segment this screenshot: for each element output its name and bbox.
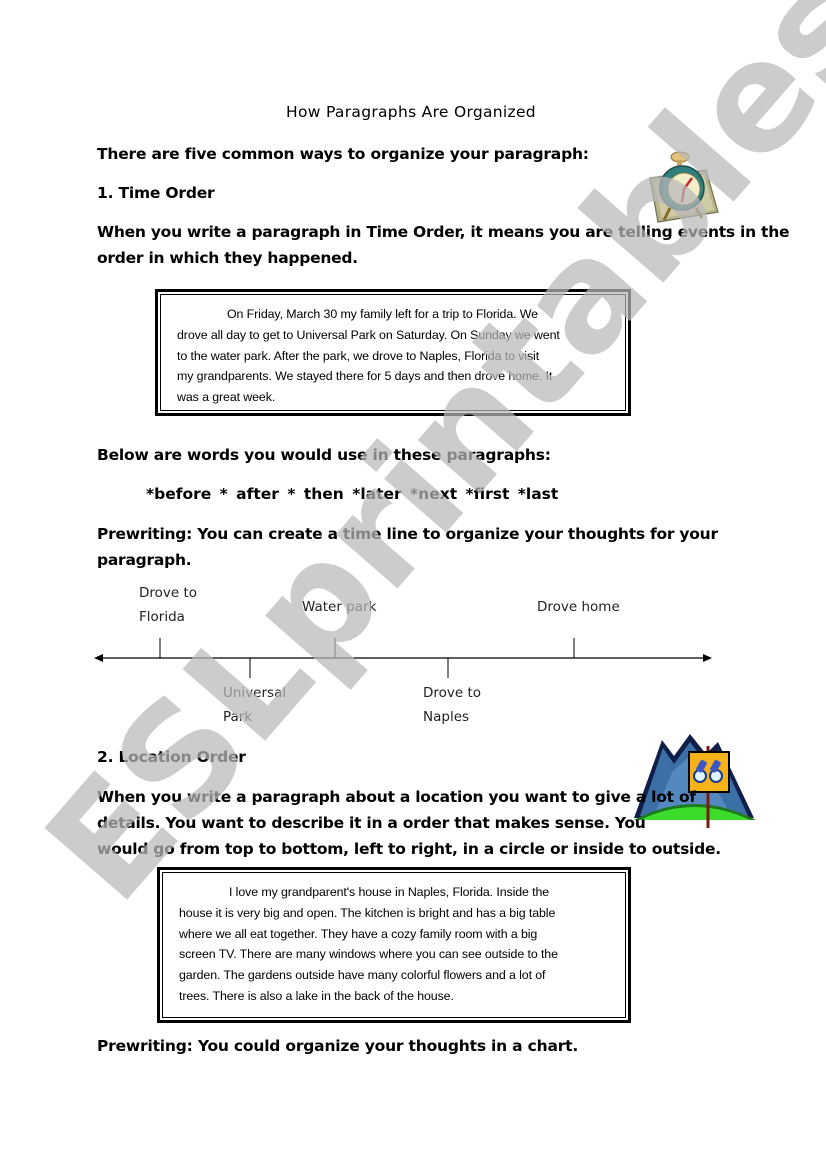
time-order-prewriting: Prewriting: You can create a time line t…	[97, 521, 727, 573]
words-intro: Below are words you would use in these p…	[97, 446, 551, 464]
timeline-left-arrow	[94, 654, 103, 662]
time-order-description: When you write a paragraph in Time Order…	[97, 219, 790, 271]
description-line: order in which they happened.	[97, 249, 358, 267]
prewriting-line: paragraph.	[97, 551, 192, 569]
example-line: I love my grandparent's house in Naples,…	[229, 885, 550, 899]
worksheet-page: How Paragraphs Are Organized There are f…	[0, 0, 826, 1169]
page-title: How Paragraphs Are Organized	[286, 103, 536, 121]
example-line: garden. The gardens outside have many co…	[179, 968, 546, 983]
location-order-description: When you write a paragraph about a locat…	[97, 784, 727, 862]
description-line: would go from top to bottom, left to rig…	[97, 840, 721, 858]
timeline-event-label: Drove to Naples	[423, 685, 482, 725]
section-heading-time-order: 1. Time Order	[97, 184, 215, 202]
example-line: trees. There is also a lake in the back …	[179, 988, 454, 1003]
timeline-right-arrow	[703, 654, 712, 662]
timeline-event-label: Drove home	[537, 599, 620, 615]
timeline-event-label: Universal Park	[223, 685, 287, 725]
intro-text: There are five common ways to organize y…	[97, 145, 589, 163]
location-order-example-box: I love my grandparent's house in Naples,…	[157, 867, 631, 1023]
description-line: When you write a paragraph in Time Order…	[97, 223, 790, 241]
timeline-event-label: Water park	[302, 599, 377, 615]
timeline-event-label: Drove to Florida	[139, 585, 198, 625]
example-line: where we all eat together. They have a c…	[179, 926, 538, 941]
location-order-prewriting: Prewriting: You could organize your thou…	[97, 1037, 579, 1055]
prewriting-line: Prewriting: You can create a time line t…	[97, 525, 718, 543]
section-heading-location-order: 2. Location Order	[97, 748, 246, 766]
example-line: house it is very big and open. The kitch…	[179, 905, 556, 920]
example-line: screen TV. There are many windows where …	[179, 947, 558, 962]
description-line: details. You want to describe it in a or…	[97, 814, 646, 832]
transition-words: *before * after * then *later *next *fir…	[146, 485, 559, 503]
description-line: When you write a paragraph about a locat…	[97, 788, 696, 806]
